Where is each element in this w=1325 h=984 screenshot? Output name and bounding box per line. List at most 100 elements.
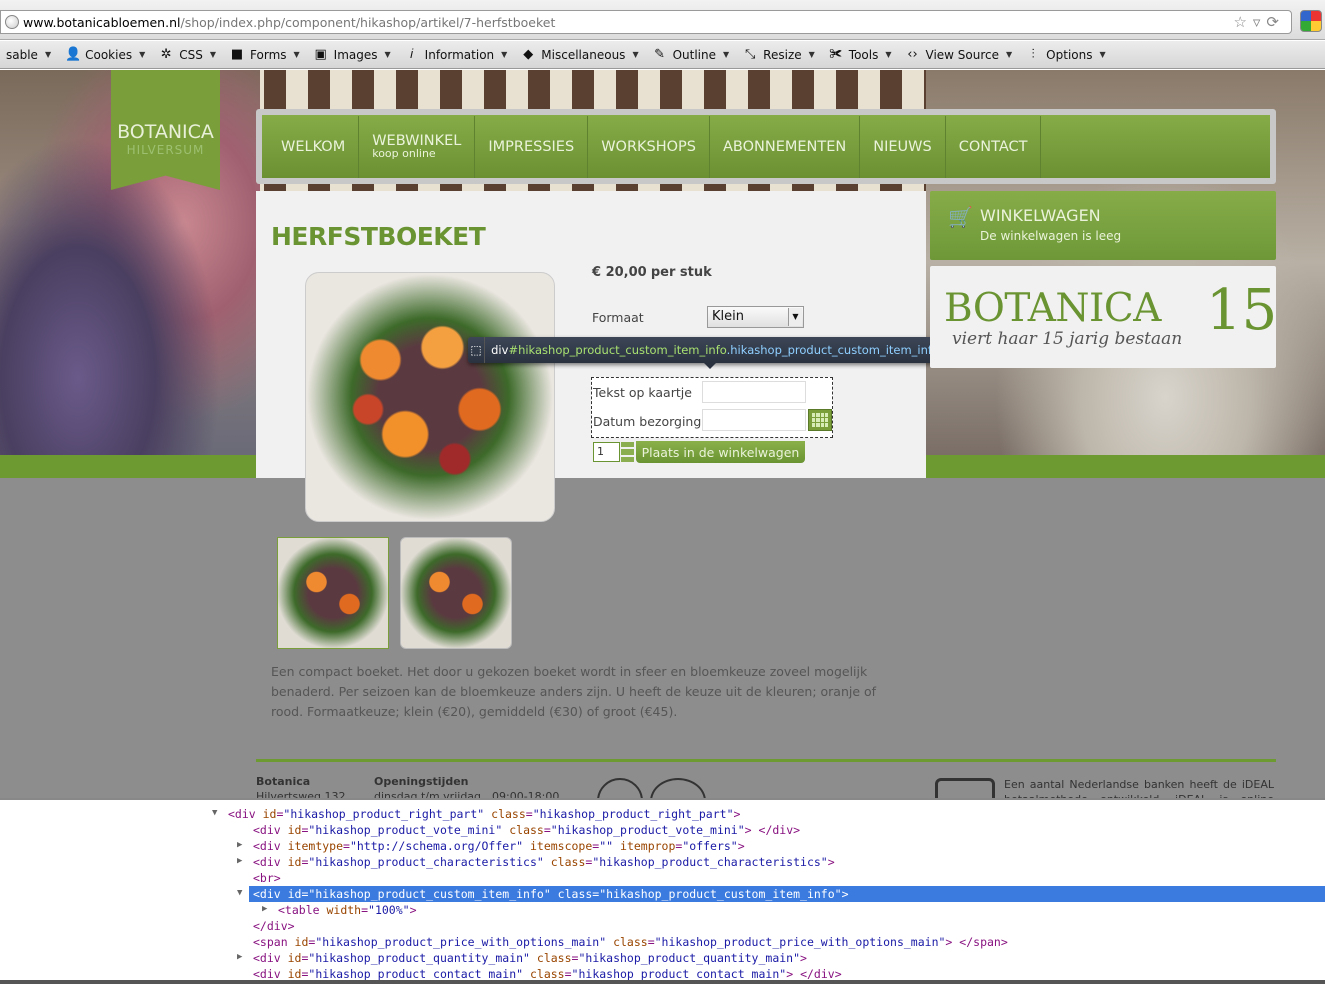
format-selected-value: Klein <box>712 309 744 324</box>
url-host: www.botanicabloemen.nl <box>23 14 181 30</box>
selector-id: #hikashop_product_custom_item_info <box>508 343 727 357</box>
web-developer-toolbar: sable ▼ 👤 Cookies ▼ ✲ CSS ▼ ■ Forms ▼ ▣ Images ▼ … <box>0 41 1325 69</box>
element-picker-icon[interactable]: ⬚ <box>468 337 486 363</box>
logo-name: BOTANICA <box>117 121 214 143</box>
nav-label: IMPRESSIES <box>488 138 575 155</box>
globe-icon <box>5 15 19 29</box>
caret-down-icon: ▼ <box>808 50 815 59</box>
format-select[interactable]: Klein ▼ <box>707 306 804 328</box>
quantity-input[interactable]: 1 <box>593 442 620 462</box>
address-bar[interactable]: www.botanicabloemen.nl/shop/index.php/co… <box>0 10 1292 34</box>
toolbar-images-menu[interactable]: ▣ Images ▼ <box>308 41 399 68</box>
nav-webwinkel[interactable]: WEBWINKEL koop online <box>359 115 476 178</box>
toolbar-css-menu[interactable]: ✲ CSS ▼ <box>153 41 224 68</box>
caret-down-icon: ▼ <box>44 50 52 59</box>
toolbar-resize-menu[interactable]: ⤡ Resize ▼ <box>737 41 823 68</box>
cart-module[interactable]: 🛒 WINKELWAGEN De winkelwagen is leeg <box>930 191 1276 260</box>
logo-city: HILVERSUM <box>126 143 205 157</box>
dom-node[interactable]: <table width="100%"> <box>278 902 417 918</box>
triangle-right-icon[interactable]: ▶ <box>237 840 242 850</box>
dom-node[interactable]: <div itemtype="http://schema.org/Offer" … <box>253 838 745 854</box>
add-to-cart-button[interactable]: Plaats in de winkelwagen <box>636 441 805 463</box>
custom-item-info-box: Tekst op kaartje Datum bezorging <box>591 377 833 438</box>
toolbar-options-menu[interactable]: ⫶ Options ▼ <box>1020 41 1113 68</box>
toolbar-forms-menu[interactable]: ■ Forms ▼ <box>224 41 308 68</box>
nav-contact[interactable]: CONTACT <box>946 115 1042 178</box>
promo-number: 15 <box>1206 278 1278 343</box>
dom-node[interactable]: <div id="hikashop_product_characteristic… <box>253 854 835 870</box>
nav-impressies[interactable]: IMPRESSIES <box>475 115 589 178</box>
dom-node[interactable]: </div> <box>253 918 295 934</box>
toolbar-label: Options <box>1046 47 1093 62</box>
anniversary-banner[interactable]: BOTANICA 15 viert haar 15 jarig bestaan <box>930 266 1278 368</box>
triangle-right-icon[interactable]: ▶ <box>262 904 267 914</box>
caret-down-icon: ▼ <box>139 50 146 59</box>
product-thumbnail-2[interactable] <box>400 537 512 649</box>
dom-node[interactable]: <br> <box>253 870 281 886</box>
toolbar-label: Images <box>333 47 378 62</box>
quantity-stepper[interactable] <box>621 442 634 462</box>
product-thumbnail-1[interactable] <box>277 537 389 649</box>
promo-tagline: viert haar 15 jarig bestaan <box>952 329 1183 349</box>
nav-welkom[interactable]: WELKOM <box>268 115 360 178</box>
cart-status: De winkelwagen is leeg <box>980 229 1122 243</box>
toolbar-outline-menu[interactable]: ✎ Outline ▼ <box>647 41 738 68</box>
nav-label: CONTACT <box>958 138 1028 155</box>
toolbar-cookies-menu[interactable]: 👤 Cookies ▼ <box>59 41 153 68</box>
product-main-image[interactable] <box>305 272 555 522</box>
triangle-down-icon[interactable]: ▼ <box>212 808 217 818</box>
site-logo[interactable]: BOTANICA HILVERSUM <box>111 70 220 190</box>
product-price: € 20,00 per stuk <box>592 265 712 280</box>
footer-divider <box>256 759 1276 762</box>
toolbar-label: Outline <box>672 47 717 62</box>
triangle-right-icon[interactable]: ▶ <box>237 856 242 866</box>
toolbar-tools-menu[interactable]: ✀ Tools ▼ <box>823 41 900 68</box>
devtools-elements-panel: ▼ <div id="hikashop_product_right_part" c… <box>0 798 1325 984</box>
dom-node-selected[interactable]: <div id="hikashop_product_custom_item_in… <box>249 886 1325 902</box>
nav-sublabel: koop online <box>372 147 436 160</box>
toolbar-view-source-menu[interactable]: ‹› View Source ▼ <box>900 41 1021 68</box>
product-description: Een compact boeket. Het door u gekozen b… <box>271 664 877 719</box>
nav-workshops[interactable]: WORKSHOPS <box>588 115 710 178</box>
caret-down-icon: ▼ <box>632 50 639 59</box>
dom-node[interactable]: <div id="hikashop_product_right_part" cl… <box>228 806 740 822</box>
card-text-label: Tekst op kaartje <box>593 385 692 400</box>
caret-down-icon: ▼ <box>384 50 391 59</box>
card-text-input[interactable] <box>702 381 806 403</box>
caret-down-icon: ▼ <box>723 50 730 59</box>
chevron-down-icon: ▼ <box>788 308 802 326</box>
toolbar-label: Tools <box>848 47 879 62</box>
toolbar-label: sable <box>6 47 38 62</box>
sliders-icon: ⫶ <box>1031 47 1035 62</box>
nav-abonnementen[interactable]: ABONNEMENTEN <box>710 115 861 178</box>
bookmark-star-icon[interactable]: ☆▿⟳ <box>1233 13 1285 31</box>
info-icon: 𝑖 <box>409 47 414 62</box>
calendar-icon[interactable] <box>808 409 832 431</box>
triangle-right-icon[interactable]: ▶ <box>237 952 242 962</box>
nav-label: ABONNEMENTEN <box>723 138 847 155</box>
dom-node[interactable]: <div id="hikashop_product_vote_mini" cla… <box>253 822 800 838</box>
toolbar-disable-menu[interactable]: sable ▼ <box>0 41 59 68</box>
nav-nieuws[interactable]: NIEUWS <box>860 115 946 178</box>
extension-icon[interactable] <box>1300 10 1322 32</box>
toolbar-miscellaneous-menu[interactable]: ◆ Miscellaneous ▼ <box>515 41 646 68</box>
dom-node[interactable]: <span id="hikashop_product_price_with_op… <box>253 934 1008 950</box>
toolbar-label: Resize <box>763 47 802 62</box>
footer-hours-title: Openingstijden <box>374 775 469 788</box>
toolbar-label: CSS <box>179 47 203 62</box>
url-path: /shop/index.php/component/hikashop/artik… <box>180 14 556 30</box>
dom-node[interactable]: <div id="hikashop_product_quantity_main"… <box>253 950 807 966</box>
toolbar-label: Information <box>424 47 495 62</box>
selector-class: .hikashop_product_custom_item_info <box>726 343 939 357</box>
caret-down-icon: ▼ <box>1006 50 1013 59</box>
product-title: HERFSTBOEKET <box>271 222 486 251</box>
triangle-down-icon[interactable]: ▼ <box>237 888 242 898</box>
toolbar-information-menu[interactable]: 𝑖 Information ▼ <box>399 41 516 68</box>
delivery-date-input[interactable] <box>702 409 806 431</box>
nav-label: WELKOM <box>281 138 346 155</box>
price-value: € 20,00 <box>592 265 647 280</box>
briefcase-icon: ■ <box>230 47 244 62</box>
price-unit: per stuk <box>650 265 712 280</box>
toolbar-label: Miscellaneous <box>541 47 626 62</box>
tooltip-arrow <box>704 363 716 369</box>
